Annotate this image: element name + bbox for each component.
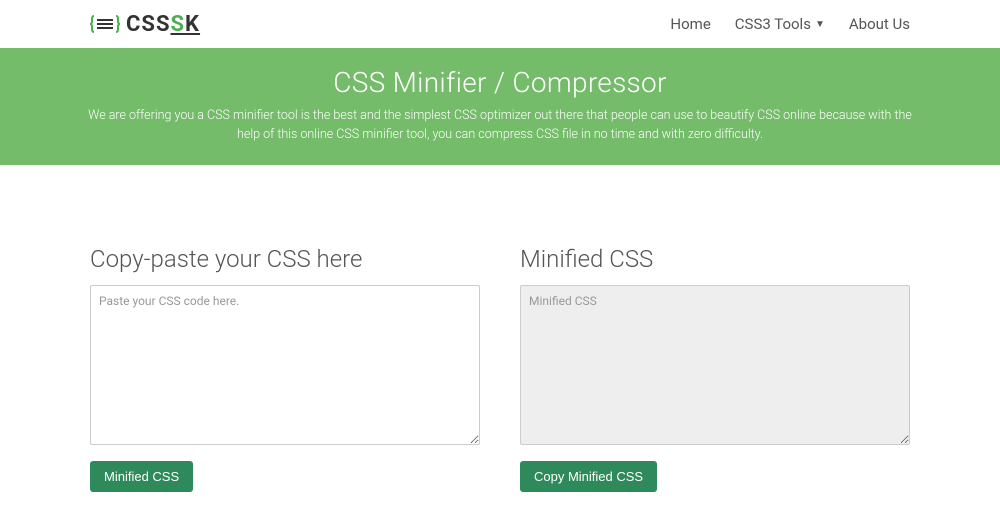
hero-banner: CSS Minifier / Compressor We are offerin… [0, 48, 1000, 165]
logo-icon [90, 8, 120, 40]
input-panel-title: Copy-paste your CSS here [90, 245, 480, 273]
main-content: Copy-paste your CSS here Minified CSS Mi… [0, 165, 1000, 512]
hero-title: CSS Minifier / Compressor [60, 66, 940, 99]
nav-link-label: CSS3 Tools [735, 15, 811, 33]
output-panel-title: Minified CSS [520, 245, 910, 273]
minify-button[interactable]: Minified CSS [90, 461, 193, 492]
navbar: CSSSK Home CSS3 Tools ▼ About Us [0, 0, 1000, 48]
css-input[interactable] [90, 285, 480, 445]
logo-text: CSSSK [126, 12, 200, 37]
logo[interactable]: CSSSK [90, 8, 200, 40]
nav-link-about[interactable]: About Us [849, 15, 910, 33]
css-output[interactable] [520, 285, 910, 445]
nav-links: Home CSS3 Tools ▼ About Us [670, 15, 910, 33]
copy-button[interactable]: Copy Minified CSS [520, 461, 657, 492]
hero-description: We are offering you a CSS minifier tool … [80, 107, 920, 145]
nav-link-css3tools[interactable]: CSS3 Tools ▼ [735, 15, 825, 33]
input-panel: Copy-paste your CSS here Minified CSS [90, 245, 480, 492]
chevron-down-icon: ▼ [815, 19, 825, 30]
nav-link-home[interactable]: Home [670, 15, 710, 33]
output-panel: Minified CSS Copy Minified CSS [520, 245, 910, 492]
